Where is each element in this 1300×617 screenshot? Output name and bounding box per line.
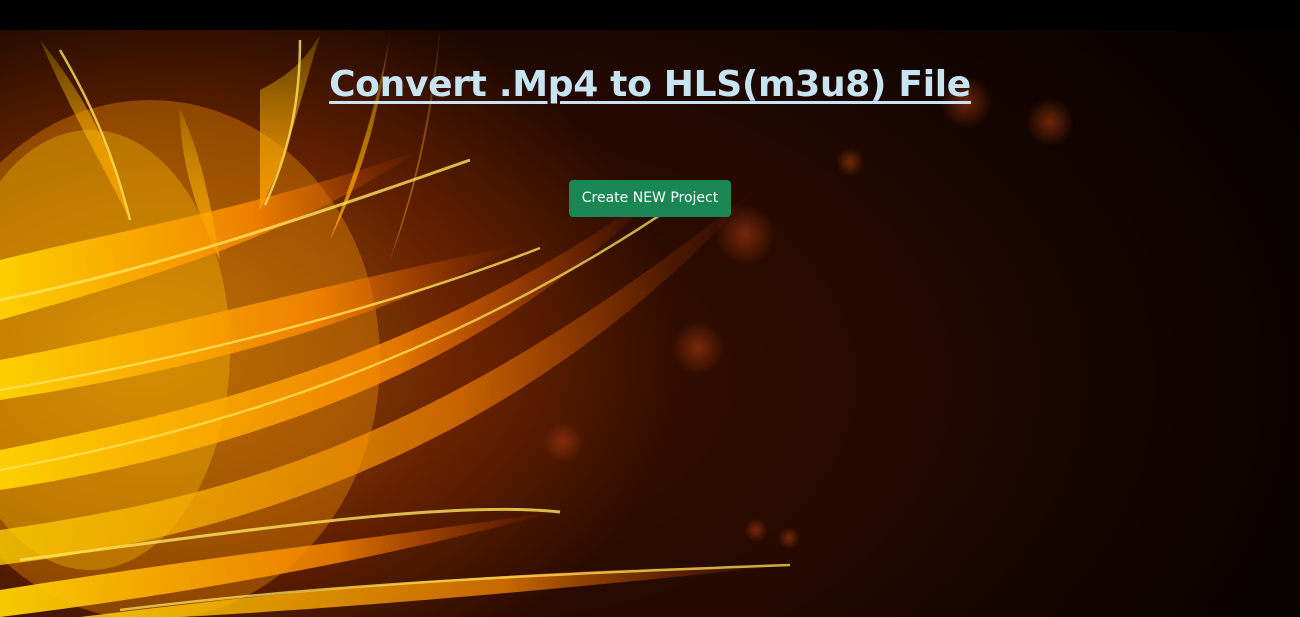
page: Convert .Mp4 to HLS(m3u8) File Create NE… (0, 0, 1300, 617)
actions: Create NEW Project (0, 180, 1300, 217)
flames-graphic (0, 30, 1074, 617)
create-new-project-button[interactable]: Create NEW Project (568, 180, 732, 217)
fire-background (0, 30, 1300, 617)
page-title-link[interactable]: Convert .Mp4 to HLS(m3u8) File (329, 64, 971, 105)
header: Convert .Mp4 to HLS(m3u8) File (0, 64, 1300, 105)
